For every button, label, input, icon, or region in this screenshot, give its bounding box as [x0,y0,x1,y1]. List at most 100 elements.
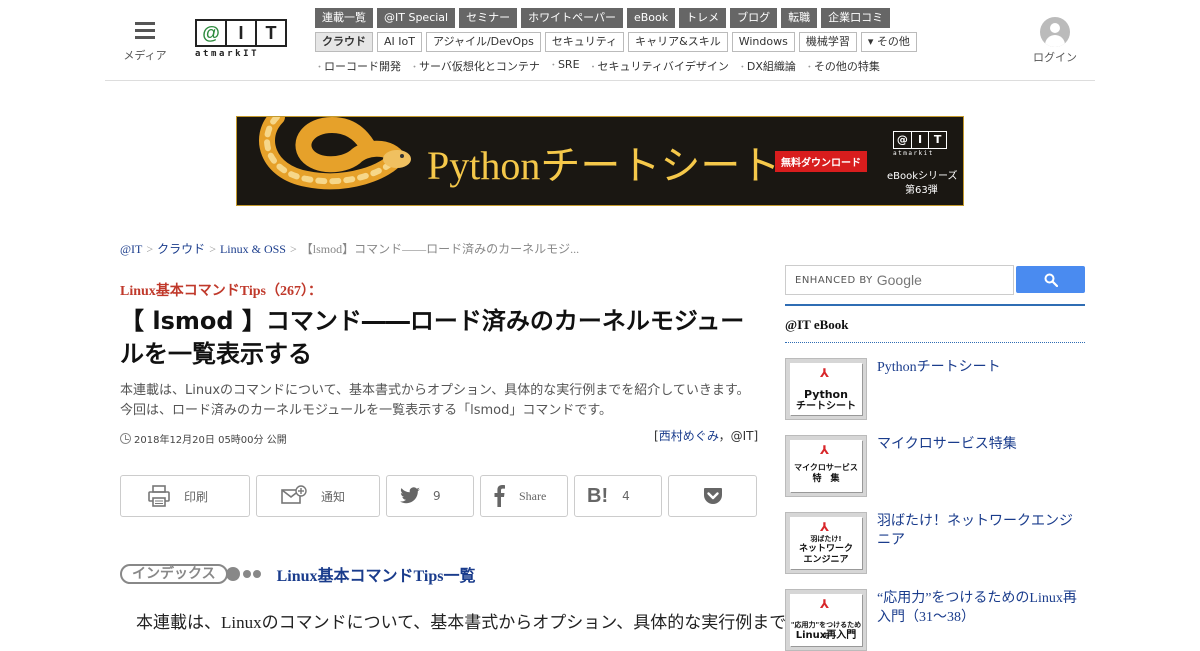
author-bracket: ] [753,429,759,443]
nav-secondary-item[interactable]: 機械学習 [798,32,857,52]
logo-t: T [255,21,285,45]
nav-primary-item[interactable]: 連載一覧 [315,8,373,28]
nav-secondary-item-active[interactable]: クラウド [315,32,373,52]
banner-download-button[interactable]: 無料ダウンロード [775,151,867,172]
nav-secondary-more[interactable]: ▾ その他 [860,32,917,52]
nav-secondary-item[interactable]: アジャイル/DevOps [425,32,541,52]
notify-button[interactable]: 通知 [256,475,380,517]
breadcrumb-current: 【lsmod】コマンド――ロード済みのカーネルモジ... [300,242,580,256]
thumb-caption: ネットワーク [798,544,853,554]
breadcrumb-link[interactable]: Linux & OSS [220,242,286,256]
breadcrumb-separator: > [289,242,297,256]
print-label: 印刷 [184,489,209,504]
banner-logo-i: I [910,132,929,148]
author-link[interactable]: 西村めぐみ [659,429,719,443]
nav-primary-item[interactable]: eBook [626,8,676,28]
ad-banner[interactable]: Pythonチートシート 無料ダウンロード @ I T atmarkit eBo… [236,116,964,206]
facebook-share-button[interactable]: Share [480,475,568,517]
breadcrumb: @IT > クラウド > Linux & OSS > 【lsmod】コマンド――ロード済みの… [120,240,579,257]
banner-brand-logo: @ I T [893,131,947,149]
ebook-thumbnail[interactable]: ⅄ 羽ばたけ! ネットワーク エンジニア [785,512,867,574]
thumb-caption: Linux再入門 [795,630,857,641]
search-icon [1044,273,1058,287]
publish-date-text: 2018年12月20日 05時00分 公開 [134,435,287,446]
nav-primary-item[interactable]: トレメ [679,8,727,28]
author-org: @IT [730,429,754,443]
ebook-title[interactable]: “応用力”をつけるためのLinux再入門（31～38） [877,589,1085,627]
article-lead: 本連載は、Linuxのコマンドについて、基本書式からオプション、具体的な実行例ま… [120,381,760,421]
page-title: 【 lsmod 】コマンド――ロード済みのカーネルモジュールを一覧表示する [120,307,745,368]
menu-button[interactable]: メディア [123,22,167,63]
menu-label: メディア [123,49,167,62]
ebook-thumbnail[interactable]: ⅄ マイクロサービス 特 集 [785,435,867,497]
banner-series: eBookシリーズ [887,171,958,182]
nav-tertiary-item[interactable]: セキュリティバイデザイン [589,58,729,74]
nav-secondary-item[interactable]: Windows [731,32,795,52]
login-button[interactable]: ログイン [1031,17,1079,65]
nav-primary-item[interactable]: セミナー [459,8,518,28]
index-dot [252,570,261,578]
twitter-share-button[interactable]: 9 [386,475,474,517]
site-search: ENHANCED BY Google [785,265,1085,295]
pdf-icon: ⅄ [820,597,830,611]
pdf-icon: ⅄ [820,366,830,380]
logo-i: I [225,21,255,45]
search-input[interactable]: ENHANCED BY Google [785,265,1014,295]
lead-line: 今回は、ロード済みのカーネルモジュールを一覧表示する「lsmod」コマンドです。 [120,403,613,418]
tertiary-nav: ローコード開発 サーバ仮想化とコンテナ SRE セキュリティバイデザイン DX組… [315,58,880,74]
banner-brand-subtext: atmarkit [893,150,934,157]
breadcrumb-link[interactable]: @IT [120,242,142,256]
nav-primary-item[interactable]: 転職 [781,8,818,28]
nav-tertiary-item[interactable]: ローコード開発 [315,58,401,74]
banner-logo-at: @ [896,133,908,146]
mail-plus-icon [281,485,307,504]
nav-tertiary-item[interactable]: サーバ仮想化とコンテナ [410,58,540,74]
notify-label: 通知 [321,489,346,504]
banner-logo-t: T [928,132,946,148]
ebook-heading: @IT eBook [785,304,1085,343]
printer-icon [148,485,170,507]
hatena-bookmark-icon: B! [587,484,609,507]
breadcrumb-separator: > [146,242,154,256]
hatena-bookmark-button[interactable]: B! 4 [574,475,662,517]
ebook-thumbnail[interactable]: ⅄ "応用力"をつけるための Linux再入門 [785,589,867,651]
secondary-nav: クラウド AI IoT アジャイル/DevOps セキュリティ キャリア&スキル… [315,32,917,52]
pocket-button[interactable] [668,475,757,517]
logo-at: @ [202,23,220,43]
index-link[interactable]: Linux基本コマンドTips一覧 [277,562,476,586]
lead-line: 本連載は、Linuxのコマンドについて、基本書式からオプション、具体的な実行例ま… [120,383,750,398]
breadcrumb-link[interactable]: クラウド [157,242,205,256]
index-dot [225,567,240,581]
nav-secondary-item[interactable]: キャリア&スキル [628,32,728,52]
index-dot [242,570,251,578]
nav-tertiary-item[interactable]: DX組織論 [738,58,796,74]
site-logo[interactable]: @ I T atmarkIT [195,19,287,59]
ebook-title[interactable]: 羽ばたけ！ネットワークエンジニア [877,512,1085,550]
ebook-title[interactable]: マイクロサービス特集 [877,435,1085,454]
nav-secondary-item[interactable]: セキュリティ [544,32,625,52]
nav-secondary-item[interactable]: AI IoT [377,32,422,52]
nav-primary-item[interactable]: ブログ [730,8,778,28]
ebook-thumbnail[interactable]: ⅄ Python チートシート [785,358,867,420]
clock-icon [120,433,131,444]
nav-tertiary-item[interactable]: SRE [549,58,580,74]
ebook-title[interactable]: Pythonチートシート [877,358,1085,377]
facebook-icon [494,485,505,507]
print-button[interactable]: 印刷 [120,475,250,517]
hamburger-icon [135,22,155,40]
thumb-caption: 特 集 [812,474,840,484]
twitter-count: 9 [433,489,441,503]
user-icon [1040,17,1070,47]
nav-tertiary-item[interactable]: その他の特集 [805,58,880,74]
google-logo: Google [876,272,922,288]
search-button[interactable] [1016,266,1085,293]
breadcrumb-separator: > [209,242,216,256]
nav-primary-item[interactable]: 企業口コミ [821,8,891,28]
pdf-icon: ⅄ [820,443,830,457]
series-title[interactable]: Linux基本コマンドTips（267）： [120,280,322,300]
nav-primary-item[interactable]: ホワイトペーパー [521,8,623,28]
banner-volume: 第63弾 [905,185,938,196]
banner-title: Pythonチートシート [427,143,781,188]
nav-primary-item[interactable]: @IT Special [377,8,456,28]
article-body: 本連載は、Linuxのコマンドについて、基本書式からオプション、具体的な実行例ま… [136,613,787,632]
